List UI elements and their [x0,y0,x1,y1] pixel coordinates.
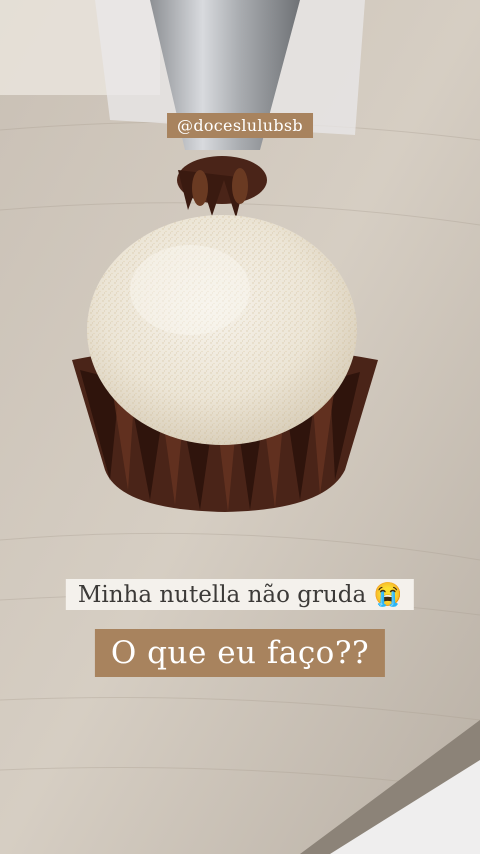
caption-line-1: Minha nutella não gruda 😭 [65,579,415,610]
caption-line-1-text: Minha nutella não gruda [77,582,367,608]
username-caption: @doceslulubsb [167,113,313,138]
crying-face-icon: 😭 [373,582,403,608]
caption-line-2: O que eu faço?? [94,629,386,677]
